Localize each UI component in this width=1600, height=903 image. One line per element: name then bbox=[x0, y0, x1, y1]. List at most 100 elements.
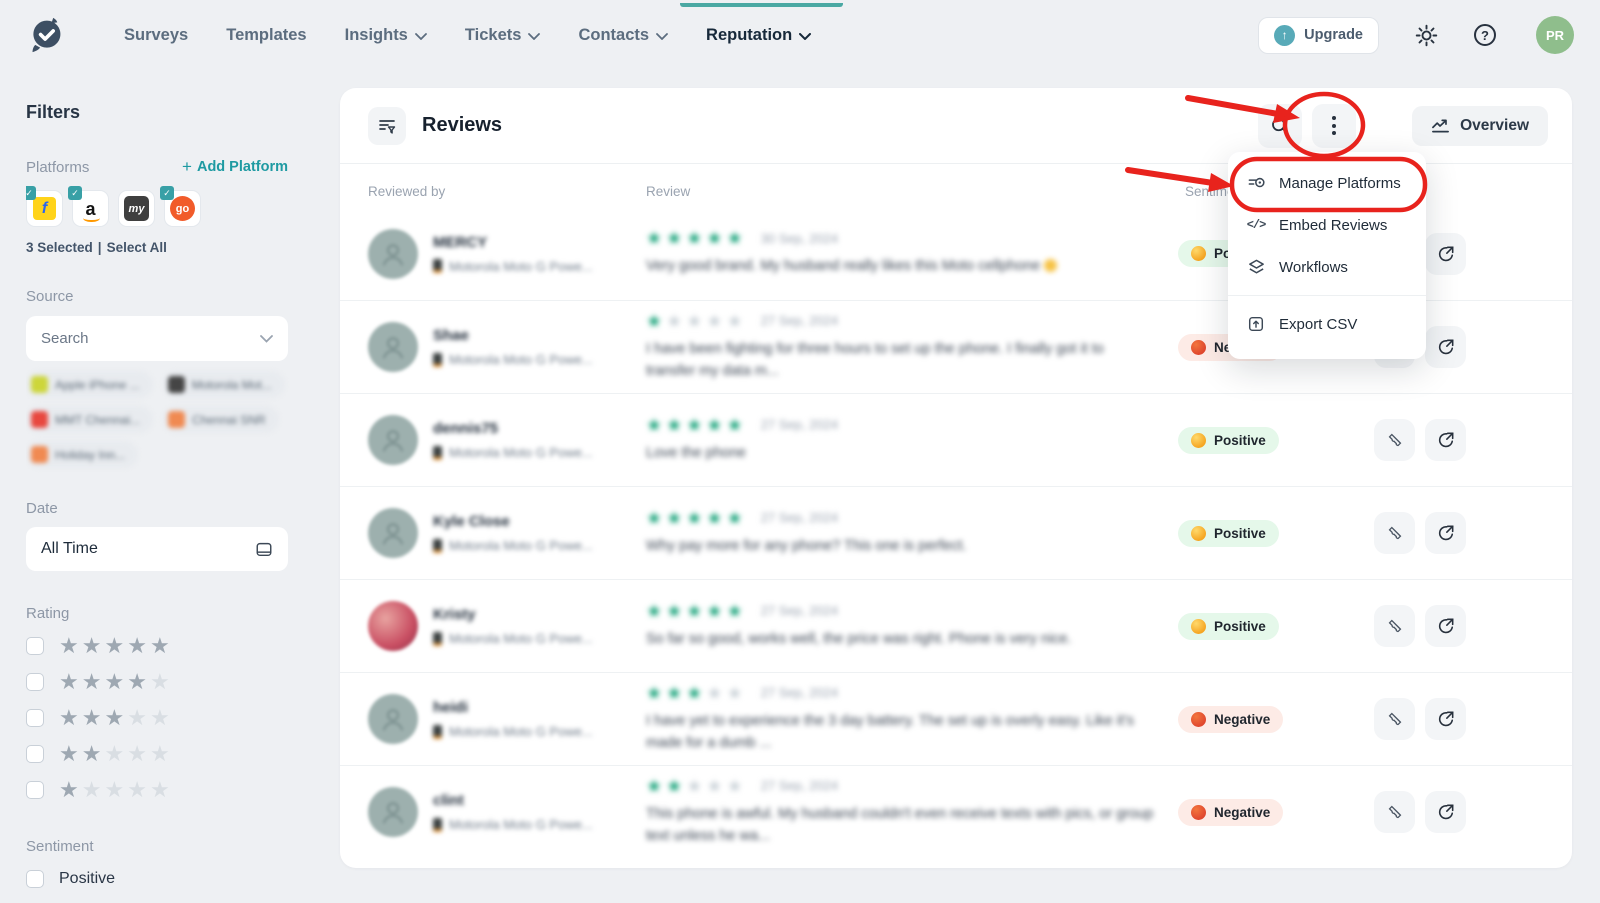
create-ticket-button[interactable] bbox=[1374, 791, 1415, 833]
star-icon: ★ bbox=[686, 415, 706, 435]
star-icon: ★ bbox=[706, 508, 726, 528]
menu-item-export-csv[interactable]: Export CSV bbox=[1228, 303, 1426, 345]
review-date: 30 Sep, 2024 bbox=[761, 231, 838, 246]
create-ticket-button[interactable] bbox=[1374, 698, 1415, 740]
star-icon: ★ bbox=[686, 311, 706, 331]
checkbox[interactable] bbox=[26, 709, 44, 727]
review-text: Very good brand. My husband really likes… bbox=[646, 256, 1156, 278]
filter-list-button[interactable] bbox=[368, 107, 406, 145]
open-share-button[interactable] bbox=[1425, 791, 1466, 833]
review-date: 27 Sep, 2024 bbox=[761, 510, 838, 525]
checkbox[interactable] bbox=[26, 781, 44, 799]
star-icon: ★ bbox=[150, 633, 173, 658]
checkbox[interactable] bbox=[26, 870, 44, 888]
upgrade-label: Upgrade bbox=[1304, 27, 1363, 43]
star-icon: ★ bbox=[104, 669, 127, 694]
table-row[interactable]: Kristy Motorola Moto G Powe... ★★★★★27 S… bbox=[340, 579, 1572, 672]
star-icon: ★ bbox=[104, 705, 127, 730]
search-button[interactable] bbox=[1258, 104, 1302, 148]
platform-tile-makemytrip[interactable]: my bbox=[118, 190, 155, 227]
reviewer-name: Kristy bbox=[433, 606, 593, 623]
product-name: Motorola Moto G Powe... bbox=[449, 817, 593, 832]
rating-filter-5[interactable]: ★★★★★ bbox=[26, 634, 318, 658]
settings-gear-icon[interactable] bbox=[1415, 24, 1438, 47]
checkbox[interactable] bbox=[26, 637, 44, 655]
nav-item-templates[interactable]: Templates bbox=[226, 26, 306, 45]
open-share-button[interactable] bbox=[1425, 419, 1466, 461]
flipkart-icon: f bbox=[33, 197, 56, 220]
nav-item-tickets[interactable]: Tickets bbox=[465, 26, 541, 45]
nav-item-surveys[interactable]: Surveys bbox=[124, 26, 188, 45]
review-star-rating: ★★★★★ bbox=[646, 312, 747, 330]
checkbox[interactable] bbox=[26, 673, 44, 691]
review-star-rating: ★★★★★ bbox=[646, 509, 747, 527]
rating-filter-4[interactable]: ★★★★★ bbox=[26, 670, 318, 694]
upgrade-button[interactable]: ↑ Upgrade bbox=[1258, 17, 1379, 54]
star-icon: ★ bbox=[82, 705, 105, 730]
checkbox[interactable] bbox=[26, 745, 44, 763]
table-row[interactable]: Kyle Close Motorola Moto G Powe... ★★★★★… bbox=[340, 486, 1572, 579]
star-icon: ★ bbox=[150, 777, 173, 802]
star-icon: ★ bbox=[686, 776, 706, 796]
app-logo-icon[interactable] bbox=[26, 13, 66, 57]
star-icon: ★ bbox=[127, 633, 150, 658]
help-icon[interactable]: ? bbox=[1474, 24, 1496, 46]
create-ticket-button[interactable] bbox=[1374, 419, 1415, 461]
rating-filter-3[interactable]: ★★★★★ bbox=[26, 706, 318, 730]
menu-item-manage-platforms[interactable]: Manage Platforms bbox=[1228, 162, 1426, 204]
sentiment-filter-positive[interactable]: Positive bbox=[26, 866, 318, 892]
add-platform-button[interactable]: + Add Platform bbox=[182, 157, 288, 177]
filter-lines-icon bbox=[377, 116, 397, 136]
platform-tile-flipkart[interactable]: ✓ f bbox=[26, 190, 63, 227]
open-share-button[interactable] bbox=[1425, 512, 1466, 554]
menu-item-embed-reviews[interactable]: </> Embed Reviews bbox=[1228, 204, 1426, 246]
platform-tile-amazon[interactable]: ✓ a bbox=[72, 190, 109, 227]
star-icon: ★ bbox=[666, 508, 686, 528]
makemytrip-icon: my bbox=[124, 196, 149, 221]
source-chip[interactable]: MMT Chennai... bbox=[26, 406, 153, 433]
app-root: Surveys Templates Insights Tickets Conta… bbox=[0, 0, 1600, 903]
create-ticket-button[interactable] bbox=[1374, 605, 1415, 647]
star-icon: ★ bbox=[59, 633, 82, 658]
more-options-button[interactable] bbox=[1312, 104, 1356, 148]
plus-icon: + bbox=[182, 157, 192, 177]
overview-button[interactable]: Overview bbox=[1412, 106, 1548, 146]
source-chip[interactable]: Chennai SNR bbox=[163, 406, 278, 433]
menu-item-workflows[interactable]: Workflows bbox=[1228, 246, 1426, 288]
nav-item-reputation[interactable]: Reputation bbox=[706, 26, 811, 45]
date-range-value: All Time bbox=[41, 540, 98, 558]
nav-item-contacts[interactable]: Contacts bbox=[578, 26, 668, 45]
table-row[interactable]: dennis75 Motorola Moto G Powe... ★★★★★27… bbox=[340, 393, 1572, 486]
review-star-rating: ★★★★★ bbox=[646, 777, 747, 795]
calendar-icon bbox=[255, 540, 273, 558]
source-chip[interactable]: Motorola Mot... bbox=[163, 371, 285, 398]
star-icon: ★ bbox=[727, 776, 747, 796]
source-chip[interactable]: Apple iPhone ... bbox=[26, 371, 153, 398]
user-avatar[interactable]: PR bbox=[1536, 16, 1574, 54]
create-ticket-button[interactable] bbox=[1374, 512, 1415, 554]
workflows-icon bbox=[1246, 258, 1266, 277]
open-share-button[interactable] bbox=[1425, 326, 1466, 368]
rating-filter-1[interactable]: ★★★★★ bbox=[26, 778, 318, 802]
open-share-button[interactable] bbox=[1425, 698, 1466, 740]
top-nav: Surveys Templates Insights Tickets Conta… bbox=[0, 0, 1600, 70]
table-row[interactable]: clint Motorola Moto G Powe... ★★★★★27 Se… bbox=[340, 765, 1572, 858]
select-all-link[interactable]: Select All bbox=[107, 240, 167, 255]
open-share-button[interactable] bbox=[1425, 605, 1466, 647]
product-phone-icon bbox=[433, 353, 442, 367]
chevron-down-icon bbox=[415, 33, 427, 40]
rating-filter-2[interactable]: ★★★★★ bbox=[26, 742, 318, 766]
platform-tile-goibibo[interactable]: ✓ go bbox=[164, 190, 201, 227]
date-range-picker[interactable]: All Time bbox=[26, 527, 288, 571]
review-text: So far so good, works well, the price wa… bbox=[646, 629, 1156, 651]
ticket-icon bbox=[1385, 430, 1405, 450]
chevron-down-icon bbox=[528, 33, 540, 40]
table-row[interactable]: heidi Motorola Moto G Powe... ★★★★★27 Se… bbox=[340, 672, 1572, 765]
negative-emoji-icon bbox=[1191, 340, 1206, 355]
date-label: Date bbox=[26, 500, 318, 517]
source-chip[interactable]: Holiday Inn... bbox=[26, 441, 138, 468]
source-search-dropdown[interactable]: Search bbox=[26, 316, 288, 361]
star-icon: ★ bbox=[646, 683, 666, 703]
open-share-button[interactable] bbox=[1425, 233, 1466, 275]
nav-item-insights[interactable]: Insights bbox=[345, 26, 427, 45]
